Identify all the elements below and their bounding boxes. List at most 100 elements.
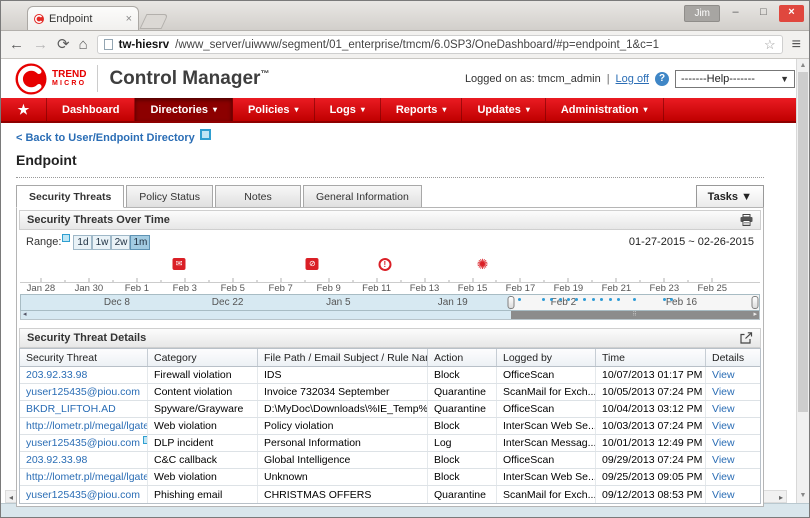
browser-tab-endpoint[interactable]: Endpoint ×	[27, 6, 139, 30]
timeline-overview-slider[interactable]: Dec 8Dec 22Jan 5Jan 19Feb 2Feb 16	[20, 294, 760, 311]
axis-label: Feb 9	[316, 283, 340, 294]
threat-link[interactable]: BKDR_LIFTOH.AD	[26, 403, 116, 415]
activity-dot	[583, 298, 586, 301]
view-link[interactable]: View	[712, 437, 735, 449]
threat-link[interactable]: yuser125435@piou.com	[26, 386, 140, 398]
log-off-link[interactable]: Log off	[616, 73, 649, 85]
threat-link[interactable]: http://lometr.pl/megal/lgate.php...	[26, 471, 148, 483]
print-icon[interactable]	[740, 214, 753, 226]
threat-cell: http://lometr.pl/megal/lgate.php...	[20, 469, 148, 485]
nav-item-updates[interactable]: Updates▾	[462, 98, 545, 121]
column-header-security-threat[interactable]: Security Threat	[20, 349, 148, 366]
threat-link[interactable]: yuser125435@piou.com	[26, 437, 140, 449]
back-link[interactable]: < Back to User/Endpoint Directory	[16, 132, 195, 144]
action-cell: Block	[428, 452, 497, 468]
axis-tick	[280, 278, 281, 282]
axis-tick	[520, 278, 521, 282]
url-bar[interactable]: tw-hiesrv /www_server/uiwww/segment/01_e…	[97, 35, 783, 54]
help-dropdown[interactable]: -------Help------- ▼	[675, 70, 795, 88]
range-1w-button[interactable]: 1w	[92, 235, 111, 250]
timeline-scrollbar[interactable]: ◂ ⠿▸	[20, 311, 760, 320]
back-button[interactable]: ←	[9, 37, 24, 52]
axis-minor-tick	[592, 280, 593, 282]
tab-policy-status[interactable]: Policy Status	[126, 185, 213, 208]
nav-item-reports[interactable]: Reports▾	[381, 98, 463, 121]
action-cell: Log	[428, 435, 497, 451]
activity-dot	[575, 298, 578, 301]
scroll-right-arrow-icon[interactable]: ▸	[779, 492, 783, 503]
endpoint-chip-icon	[200, 129, 211, 140]
new-tab-button[interactable]	[140, 14, 169, 29]
scroll-left-arrow-icon[interactable]: ◂	[9, 492, 13, 503]
refresh-button[interactable]: ⟳	[57, 37, 70, 52]
export-icon[interactable]	[740, 332, 753, 344]
scroll-down-arrow-icon[interactable]: ▼	[797, 490, 809, 502]
forward-button[interactable]: →	[33, 37, 48, 52]
axis-minor-tick	[544, 280, 545, 282]
scroll-right-arrow-icon[interactable]: ▸	[753, 311, 757, 319]
vertical-scrollbar[interactable]: ▲ ▼	[796, 59, 809, 503]
trend-micro-logo	[15, 63, 47, 95]
blocked-program-icon[interactable]: ⊘	[306, 258, 319, 270]
phishing-icon[interactable]: ✉	[173, 258, 186, 270]
scroll-left-arrow-icon[interactable]: ◂	[23, 311, 27, 319]
tasks-button[interactable]: Tasks ▼	[696, 185, 764, 208]
slider-left-handle[interactable]	[508, 296, 515, 309]
path-cell: Invoice 732034 September	[258, 384, 428, 400]
column-header-time[interactable]: Time	[596, 349, 706, 366]
timeline-scrollbar-thumb[interactable]: ⠿	[511, 311, 759, 319]
nav-item-policies[interactable]: Policies▾	[233, 98, 315, 121]
nav-item-label: Logs	[330, 104, 356, 116]
virus-icon[interactable]: ✺	[477, 258, 489, 271]
column-header-category[interactable]: Category	[148, 349, 258, 366]
threat-link[interactable]: http://lometr.pl/megal/lgate.php...	[26, 420, 148, 432]
threat-link[interactable]: 203.92.33.98	[26, 454, 87, 466]
column-header-file-path-email-subject-rule-name[interactable]: File Path / Email Subject / Rule Name	[258, 349, 428, 366]
column-header-details[interactable]: Details	[706, 349, 760, 366]
bookmark-star-icon[interactable]: ☆	[764, 37, 776, 53]
range-2w-button[interactable]: 2w	[111, 235, 130, 250]
maximize-button[interactable]: □	[751, 5, 776, 22]
slider-right-handle[interactable]	[752, 296, 759, 309]
nav-item-dashboard[interactable]: Dashboard	[47, 98, 135, 121]
tab-close-icon[interactable]: ×	[126, 13, 132, 25]
view-link[interactable]: View	[712, 386, 735, 398]
nav-item-administration[interactable]: Administration▾	[546, 98, 664, 121]
nav-item-directories[interactable]: Directories▾	[135, 98, 233, 121]
overview-label: Dec 22	[212, 297, 244, 308]
column-header-action[interactable]: Action	[428, 349, 497, 366]
range-1d-button[interactable]: 1d	[73, 235, 92, 250]
scroll-up-arrow-icon[interactable]: ▲	[797, 60, 809, 72]
axis-tick	[184, 278, 185, 282]
activity-dot	[592, 298, 595, 301]
home-button[interactable]: ⌂	[79, 37, 88, 52]
table-row: yuser125435@piou.comContent violationInv…	[20, 384, 760, 401]
tab-general-information[interactable]: General Information	[303, 185, 422, 208]
axis-label: Feb 25	[697, 283, 727, 294]
view-link[interactable]: View	[712, 471, 735, 483]
help-icon[interactable]: ?	[655, 72, 669, 86]
path-cell: CHRISTMAS OFFERS	[258, 486, 428, 503]
view-link[interactable]: View	[712, 454, 735, 466]
menu-icon[interactable]: ≡	[792, 36, 801, 54]
chevron-down-icon: ▼	[780, 74, 789, 84]
view-link[interactable]: View	[712, 403, 735, 415]
nav-item-logs[interactable]: Logs▾	[315, 98, 381, 121]
axis-label: Feb 7	[269, 283, 293, 294]
minimize-button[interactable]: –	[723, 5, 748, 22]
view-link[interactable]: View	[712, 420, 735, 432]
profile-button[interactable]: Jim	[684, 5, 720, 22]
view-link[interactable]: View	[712, 489, 735, 501]
vertical-scrollbar-thumb[interactable]	[798, 72, 808, 412]
tab-security-threats[interactable]: Security Threats	[16, 185, 124, 208]
favorites-star-button[interactable]: ★	[1, 98, 47, 121]
range-1m-button[interactable]: 1m	[130, 235, 150, 250]
nav-item-label: Directories	[150, 104, 207, 116]
view-link[interactable]: View	[712, 369, 735, 381]
close-button[interactable]: ×	[779, 5, 804, 22]
tab-notes[interactable]: Notes	[215, 185, 301, 208]
column-header-logged-by[interactable]: Logged by	[497, 349, 596, 366]
alert-icon[interactable]: !	[378, 258, 391, 271]
threat-link[interactable]: 203.92.33.98	[26, 369, 87, 381]
threat-link[interactable]: yuser125435@piou.com	[26, 489, 140, 501]
